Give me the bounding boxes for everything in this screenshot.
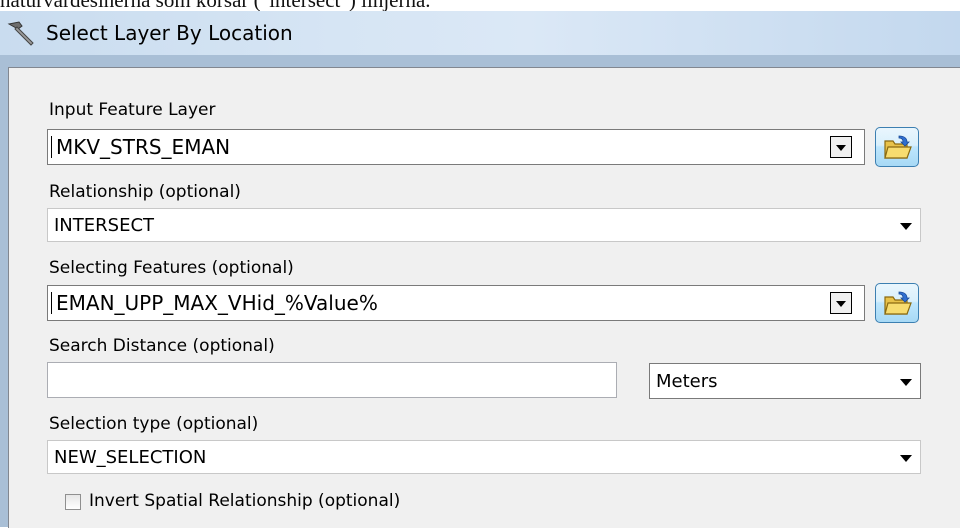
open-folder-icon: [884, 291, 912, 315]
selecting-features-label: Selecting Features (optional): [49, 258, 294, 278]
chevron-down-icon[interactable]: [830, 292, 852, 314]
chevron-down-icon[interactable]: [898, 221, 914, 231]
chevron-down-icon[interactable]: [830, 136, 852, 158]
input-feature-layer-combobox[interactable]: MKV_STRS_EMAN: [47, 129, 865, 165]
relationship-combobox[interactable]: INTERSECT: [47, 208, 921, 242]
chevron-down-icon[interactable]: [898, 377, 914, 387]
selecting-features-value: EMAN_UPP_MAX_VHid_%Value%: [56, 291, 378, 315]
invert-spatial-relationship-checkbox[interactable]: [65, 494, 81, 510]
dialog-client-area: Input Feature Layer MKV_STRS_EMAN Relati…: [0, 55, 960, 528]
selection-type-label: Selection type (optional): [49, 414, 259, 434]
invert-spatial-relationship-label: Invert Spatial Relationship (optional): [89, 491, 401, 511]
text-caret: [51, 136, 52, 158]
relationship-label: Relationship (optional): [49, 182, 241, 202]
search-distance-input[interactable]: [47, 362, 617, 398]
selection-type-combobox[interactable]: NEW_SELECTION: [47, 440, 921, 474]
selecting-features-combobox[interactable]: EMAN_UPP_MAX_VHid_%Value%: [47, 285, 865, 321]
input-feature-layer-label: Input Feature Layer: [49, 100, 216, 120]
distance-unit-value: Meters: [656, 370, 718, 392]
open-folder-icon: [884, 135, 912, 159]
input-feature-layer-value: MKV_STRS_EMAN: [56, 135, 231, 159]
chevron-down-icon[interactable]: [898, 453, 914, 463]
distance-unit-select[interactable]: Meters: [649, 363, 921, 399]
text-caret: [51, 292, 52, 314]
relationship-value: INTERSECT: [54, 214, 155, 236]
selection-type-value: NEW_SELECTION: [54, 446, 207, 468]
input-feature-layer-browse-button[interactable]: [875, 127, 919, 167]
search-distance-label: Search Distance (optional): [49, 336, 275, 356]
background-document-text: naturvärdesinerna som korsar ("intersect…: [0, 0, 960, 11]
window-titlebar[interactable]: Select Layer By Location: [0, 11, 960, 55]
selecting-features-browse-button[interactable]: [875, 283, 919, 323]
hammer-tool-icon: [7, 21, 34, 46]
window-title: Select Layer By Location: [46, 21, 293, 45]
parameters-panel: Input Feature Layer MKV_STRS_EMAN Relati…: [8, 67, 960, 528]
